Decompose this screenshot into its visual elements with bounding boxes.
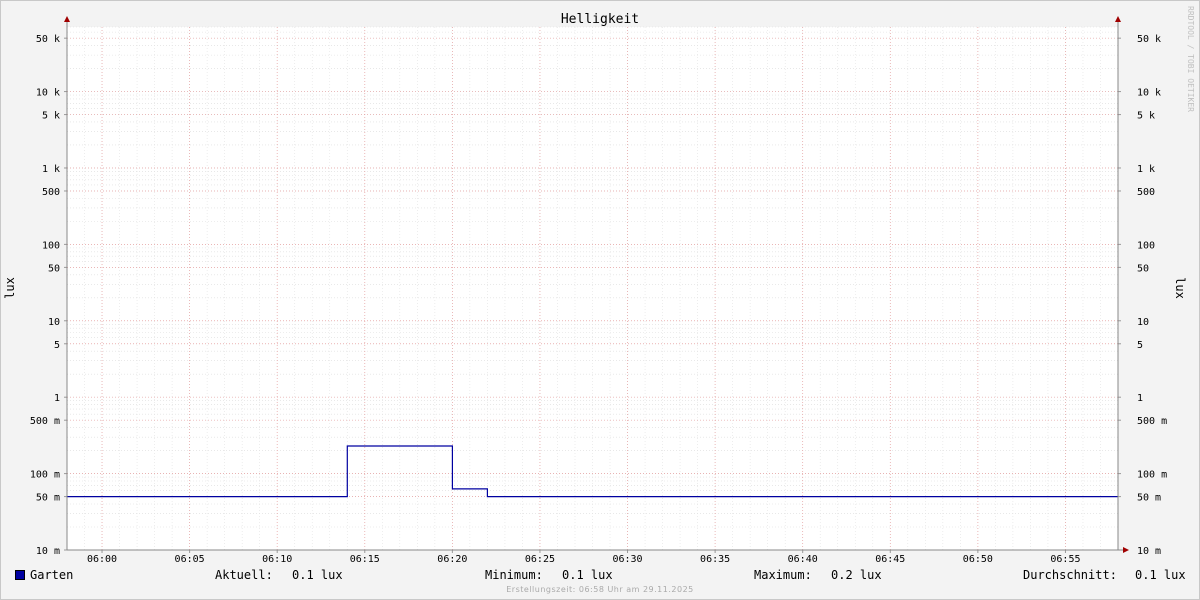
y-tick-label-right: 1 k xyxy=(1137,164,1155,175)
y-tick-label-left: 50 xyxy=(48,263,60,274)
legend-avg-value: 0.1 lux xyxy=(1135,568,1186,582)
x-tick-label: 06:35 xyxy=(700,554,730,565)
y-tick-label-left: 10 xyxy=(48,317,60,328)
x-tick-label: 06:10 xyxy=(262,554,292,565)
x-tick-label: 06:05 xyxy=(175,554,205,565)
y-tick-label-left: 500 m xyxy=(30,416,60,427)
x-tick-label: 06:25 xyxy=(525,554,555,565)
legend-min-label: Minimum: xyxy=(485,568,543,582)
legend-avg-label: Durchschnitt: xyxy=(1023,568,1117,582)
y-tick-label-left: 1 k xyxy=(42,164,60,175)
legend-series-name: Garten xyxy=(30,568,74,582)
x-tick-label: 06:45 xyxy=(875,554,905,565)
y-tick-label-left: 10 k xyxy=(36,88,60,99)
y-axis-arrow-left xyxy=(64,16,70,22)
y-tick-label-right: 50 m xyxy=(1137,493,1161,504)
y-tick-label-right: 5 xyxy=(1137,340,1143,351)
y-tick-label-right: 500 xyxy=(1137,187,1155,198)
y-tick-label-left: 50 k xyxy=(36,34,60,45)
y-tick-label-left: 5 xyxy=(54,340,60,351)
y-tick-label-left: 10 m xyxy=(36,546,60,557)
y-tick-label-left: 100 xyxy=(42,240,60,251)
y-tick-label-right: 10 k xyxy=(1137,88,1161,99)
y-tick-label-right: 10 m xyxy=(1137,546,1161,557)
y-tick-label-right: 100 m xyxy=(1137,470,1167,481)
y-tick-label-right: 50 k xyxy=(1137,34,1161,45)
y-axis-label-right: lux xyxy=(1173,277,1187,299)
y-tick-label-right: 1 xyxy=(1137,393,1143,404)
legend: Garten Aktuell: 0.1 lux Minimum: 0.1 lux… xyxy=(0,568,1200,584)
x-tick-label: 06:00 xyxy=(87,554,117,565)
legend-current-value: 0.1 lux xyxy=(292,568,343,582)
x-axis-arrow xyxy=(1123,547,1129,553)
legend-swatch-garten xyxy=(15,570,25,580)
y-axis-arrow-right xyxy=(1115,16,1121,22)
y-tick-label-left: 5 k xyxy=(42,111,60,122)
y-axis-label-left: lux xyxy=(3,277,17,299)
y-tick-label-left: 1 xyxy=(54,393,60,404)
y-tick-label-right: 50 xyxy=(1137,263,1149,274)
watermark-text: RRDTOOL / TOBI OETIKER xyxy=(1186,6,1195,112)
legend-max-label: Maximum: xyxy=(754,568,812,582)
x-tick-label: 06:55 xyxy=(1050,554,1080,565)
x-tick-label: 06:20 xyxy=(437,554,467,565)
y-tick-label-left: 50 m xyxy=(36,493,60,504)
y-tick-label-left: 500 xyxy=(42,187,60,198)
y-tick-label-right: 500 m xyxy=(1137,416,1167,427)
chart-svg: 50 k 50 k10 k 10 k5 k5 k1 k1 k500 500100 100… xyxy=(3,12,1187,565)
x-tick-label: 06:15 xyxy=(350,554,380,565)
legend-max-value: 0.2 lux xyxy=(831,568,882,582)
footer-timestamp: Erstellungszeit: 06:58 Uhr am 29.11.2025 xyxy=(506,585,694,594)
chart-title: Helligkeit xyxy=(561,12,639,27)
x-tick-label: 06:50 xyxy=(963,554,993,565)
y-tick-label-right: 5 k xyxy=(1137,111,1155,122)
y-tick-label-left: 100 m xyxy=(30,470,60,481)
legend-current-label: Aktuell: xyxy=(215,568,273,582)
x-tick-label: 06:40 xyxy=(788,554,818,565)
y-tick-label-right: 10 xyxy=(1137,317,1149,328)
legend-min-value: 0.1 lux xyxy=(562,568,613,582)
x-tick-label: 06:30 xyxy=(612,554,642,565)
y-tick-label-right: 100 xyxy=(1137,240,1155,251)
